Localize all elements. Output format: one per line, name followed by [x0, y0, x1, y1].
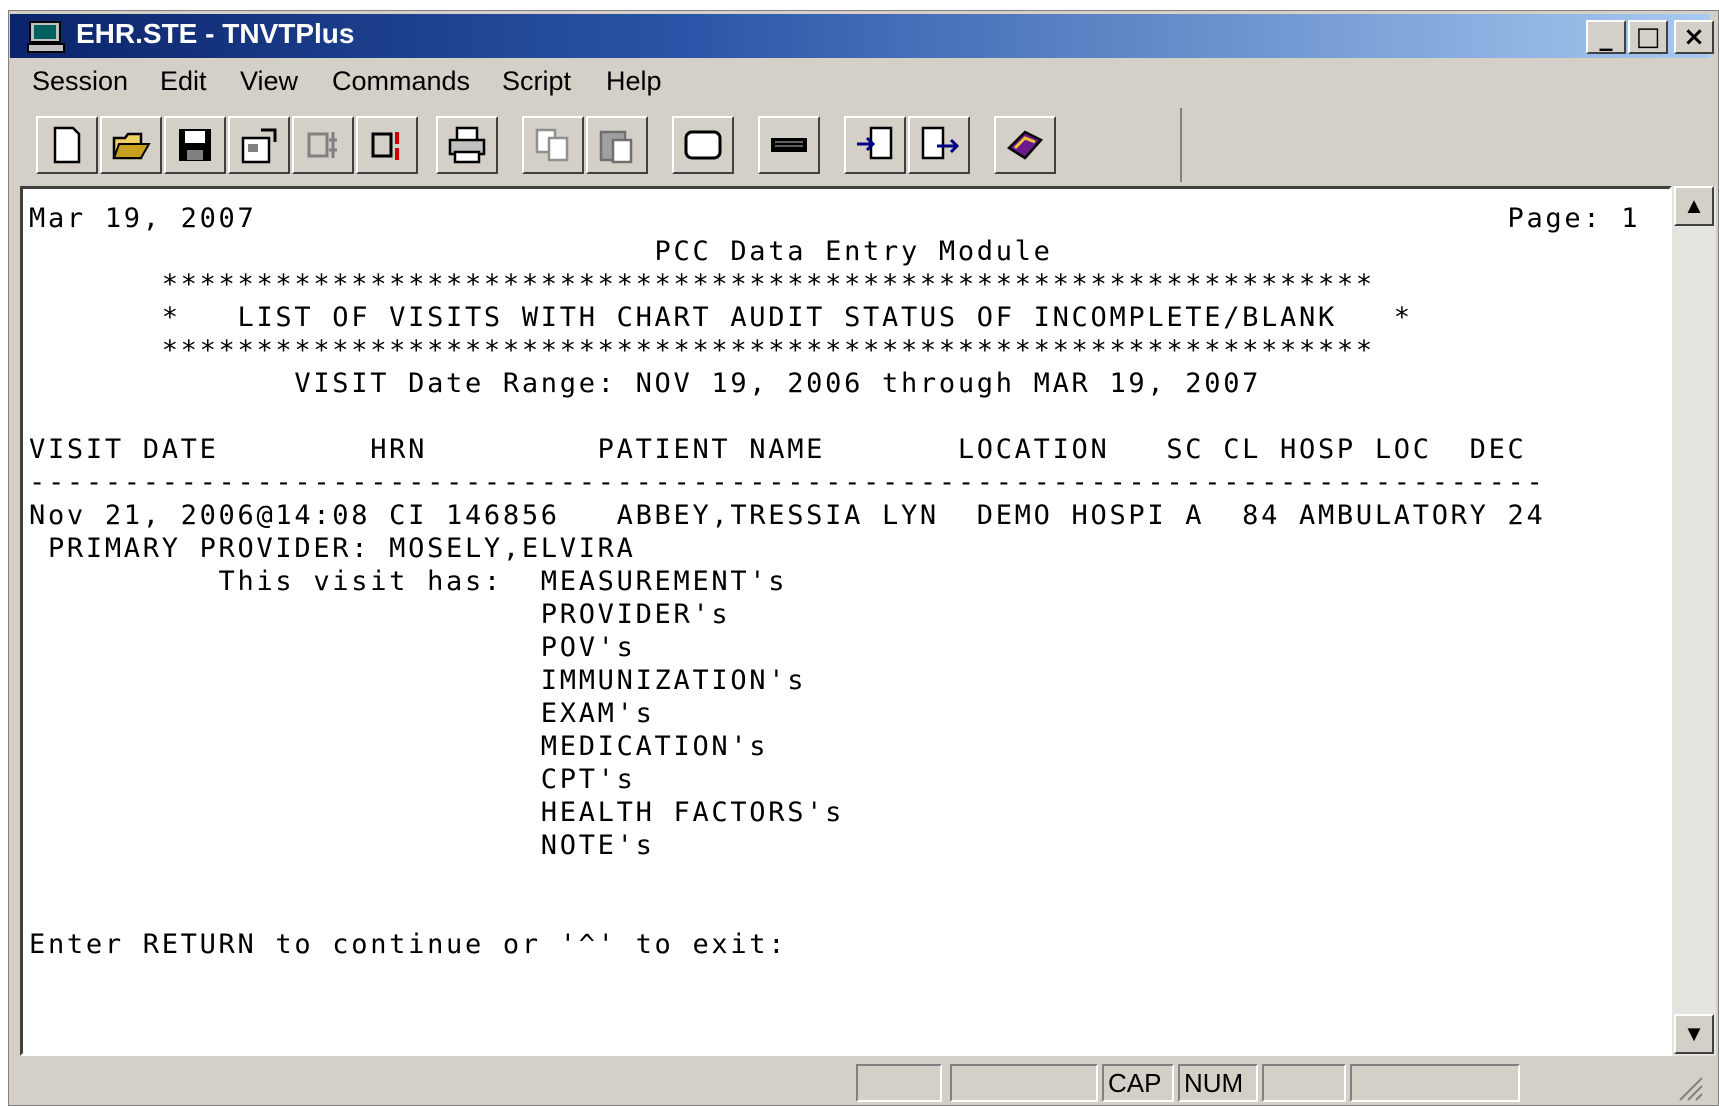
export-button[interactable] [908, 116, 970, 174]
terminal-line: IMMUNIZATION's [29, 665, 807, 696]
paste-button[interactable] [586, 116, 648, 174]
terminal-screen[interactable]: Mar 19, 2007 Page: 1 PCC Data Entry Modu… [20, 186, 1672, 1056]
menu-session[interactable]: Session [32, 66, 128, 97]
status-panel-6 [1350, 1064, 1520, 1102]
terminal-line: ----------------------------------------… [29, 467, 1546, 498]
terminal-line: Mar 19, 2007 Page: 1 [29, 203, 1641, 234]
terminal-line: VISIT Date Range: NOV 19, 2006 through M… [29, 368, 1262, 399]
copy-button[interactable] [522, 116, 584, 174]
terminal-line: ****************************************… [29, 269, 1375, 300]
menu-help[interactable]: Help [606, 66, 662, 97]
resize-grip-icon[interactable] [1674, 1072, 1704, 1102]
new-button[interactable] [36, 116, 98, 174]
open-button[interactable] [100, 116, 162, 174]
status-panel-5 [1262, 1064, 1346, 1102]
maximize-button[interactable]: □ [1628, 20, 1668, 54]
menu-edit[interactable]: Edit [160, 66, 207, 97]
keyboard-icon [771, 138, 807, 152]
terminal-line: This visit has: MEASUREMENT's [29, 566, 788, 597]
capture-off-icon [307, 132, 337, 158]
properties-icon [241, 128, 277, 164]
terminal-line: HEALTH FACTORS's [29, 797, 845, 828]
terminal-line: POV's [29, 632, 636, 663]
capture-icon [371, 132, 399, 160]
toolbar [20, 108, 1182, 182]
print-icon [448, 126, 486, 164]
close-button[interactable]: × [1674, 20, 1714, 54]
capture-off-button[interactable] [292, 116, 354, 174]
status-panel-2 [950, 1064, 1098, 1102]
import-icon [857, 126, 893, 160]
terminal-line: PRIMARY PROVIDER: MOSELY,ELVIRA [29, 533, 636, 564]
terminal-app-icon [26, 20, 66, 54]
terminal-line: PCC Data Entry Module [29, 236, 1053, 267]
num-lock-indicator: NUM [1178, 1064, 1258, 1102]
help-book-button[interactable] [994, 116, 1056, 174]
screen-button[interactable] [672, 116, 734, 174]
terminal-line: MEDICATION's [29, 731, 769, 762]
screen-icon [684, 130, 722, 160]
scroll-up-button[interactable]: ▲ [1674, 186, 1714, 226]
terminal-line: ****************************************… [29, 335, 1375, 366]
terminal-line: PROVIDER's [29, 599, 731, 630]
new-icon [53, 126, 81, 164]
menu-script[interactable]: Script [502, 66, 571, 97]
keyboard-button[interactable] [758, 116, 820, 174]
menu-commands[interactable]: Commands [332, 66, 470, 97]
paste-icon [599, 130, 633, 164]
terminal-line: CPT's [29, 764, 636, 795]
properties-button[interactable] [228, 116, 290, 174]
caps-lock-indicator: CAP [1102, 1064, 1174, 1102]
help-book-icon [1007, 130, 1044, 160]
status-bar: CAP NUM [10, 1060, 1710, 1106]
status-panel-1 [856, 1064, 942, 1102]
terminal-prompt: Enter RETURN to continue or '^' to exit: [29, 929, 788, 960]
copy-icon [535, 128, 569, 162]
export-icon [921, 126, 959, 160]
terminal-line: * LIST OF VISITS WITH CHART AUDIT STATUS… [29, 302, 1413, 333]
capture-button[interactable] [356, 116, 418, 174]
window-title: EHR.STE - TNVTPlus [76, 18, 355, 49]
print-button[interactable] [436, 116, 498, 174]
terminal-line: EXAM's [29, 698, 655, 729]
terminal-line: Nov 21, 2006@14:08 CI 146856 ABBEY,TRESS… [29, 500, 1546, 531]
terminal-line: VISIT DATE HRN PATIENT NAME LOCATION SC … [29, 434, 1527, 465]
minimize-button[interactable]: _ [1586, 20, 1626, 54]
save-button[interactable] [164, 116, 226, 174]
vertical-scrollbar[interactable]: ▲ ▼ [1672, 186, 1716, 1056]
scroll-down-button[interactable]: ▼ [1674, 1014, 1714, 1054]
open-icon [112, 132, 151, 160]
menu-view[interactable]: View [240, 66, 298, 97]
save-icon [179, 129, 211, 161]
terminal-line: NOTE's [29, 830, 655, 861]
import-button[interactable] [844, 116, 906, 174]
menu-bar: Session Edit View Commands Script Help [10, 62, 1710, 106]
